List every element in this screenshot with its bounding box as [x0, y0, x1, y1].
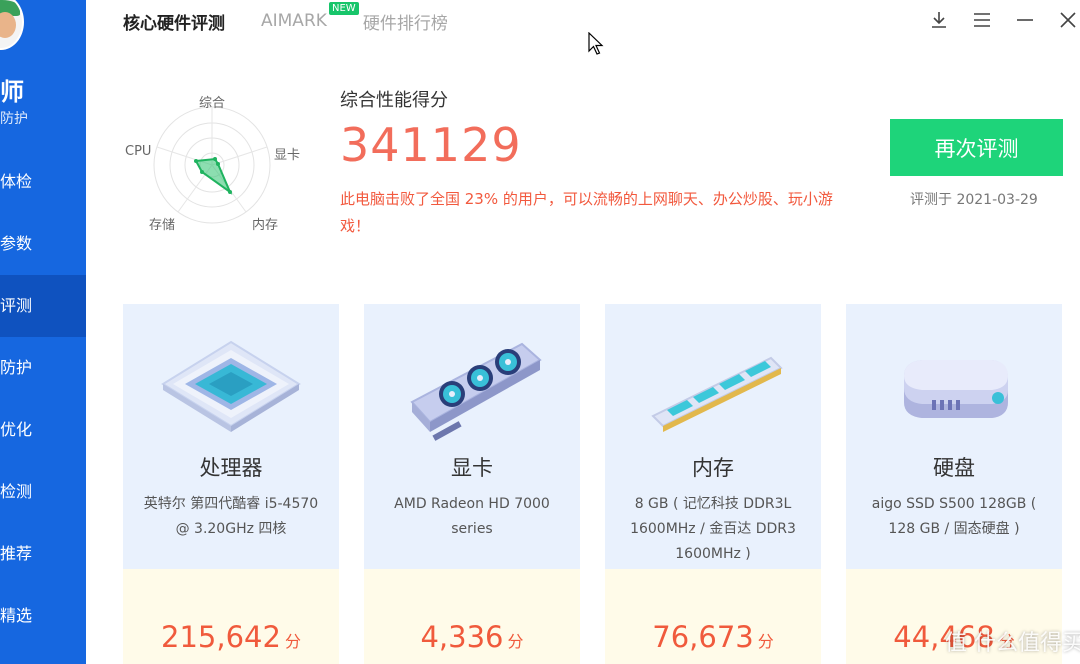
card-desc-gpu: AMD Radeon HD 7000 series [394, 496, 550, 537]
card-score-value-gpu: 4,336 [420, 620, 504, 654]
radar-label-overall: 综合 [199, 96, 226, 111]
sidebar-item-featured[interactable]: 精选 [0, 585, 86, 647]
sidebar-item-params[interactable]: 参数 [0, 213, 86, 275]
sidebar-item-protection[interactable]: 防护 [0, 337, 86, 399]
tab-core-benchmark[interactable]: 核心硬件评测 [123, 9, 225, 34]
card-score-value-cpu: 215,642 [161, 620, 281, 654]
card-desc-cpu: 英特尔 第四代酷睿 i5-4570 @ 3.20GHz 四核 [143, 496, 319, 537]
card-score-value-memory: 76,673 [652, 620, 754, 654]
watermark: 值 什么值得买 [945, 631, 1080, 656]
cpu-chip-icon [161, 340, 301, 432]
download-icon[interactable] [927, 8, 951, 32]
retest-button[interactable]: 再次评测 [890, 119, 1063, 176]
card-title-gpu: 显卡 [451, 456, 493, 480]
card-title-cpu: 处理器 [199, 456, 263, 480]
card-score-gpu: 4,336 分 [364, 620, 580, 654]
sidebar-nav: 体检 参数 评测 防护 优化 检测 推荐 精选 [0, 151, 86, 647]
score-unit: 分 [757, 632, 774, 651]
score-description: 此电脑击败了全国 23% 的用户，可以流畅的上网聊天、办公炒股、玩小游戏！ [340, 190, 833, 235]
brand-name: 师 [0, 78, 25, 106]
memory-stick-icon [651, 356, 783, 432]
radar-label-storage: 存储 [149, 218, 176, 233]
card-desc-memory: 8 GB ( 记忆科技 DDR3L 1600MHz / 金百达 DDR3 160… [630, 496, 796, 562]
app-window: 师 防护 体检 参数 评测 防护 优化 检测 推荐 精选 核心硬件评测 AIMA… [0, 0, 1080, 664]
overall-score: 341129 [340, 118, 522, 172]
sidebar-item-optimize[interactable]: 优化 [0, 399, 86, 461]
tab-aimark-label: AIMARK [261, 11, 327, 31]
card-desc-disk: aigo SSD S500 128GB ( 128 GB / 固态硬盘 ) [871, 496, 1037, 537]
card-score-memory: 76,673 分 [605, 620, 821, 654]
hard-drive-icon [904, 360, 1008, 418]
tab-aimark[interactable]: AIMARK NEW [261, 2, 359, 31]
score-unit: 分 [507, 632, 524, 651]
radar-label-memory: 内存 [252, 218, 279, 233]
radar-label-cpu: CPU [125, 144, 152, 159]
radar-polygon [194, 157, 233, 195]
sidebar-item-recommend[interactable]: 推荐 [0, 523, 86, 585]
close-icon[interactable] [1056, 8, 1080, 32]
brand-subtitle: 防护 [0, 111, 28, 127]
sidebar-item-benchmark[interactable]: 评测 [0, 275, 86, 337]
hardware-card-disk[interactable]: 硬盘 aigo SSD S500 128GB ( 128 GB / 固态硬盘 )… [846, 304, 1062, 664]
new-badge: NEW [329, 2, 359, 15]
performance-radar-chart: 综合 显卡 内存 存储 CPU [118, 88, 318, 238]
graphics-card-icon [410, 342, 542, 441]
mouse-cursor-icon [588, 32, 604, 55]
card-score-cpu: 215,642 分 [123, 620, 339, 654]
hardware-card-gpu[interactable]: 显卡 AMD Radeon HD 7000 series 4,336 分 [364, 304, 580, 664]
score-title: 综合性能得分 [340, 90, 448, 111]
tab-hardware-ranking[interactable]: 硬件排行榜 [363, 9, 448, 34]
radar-label-gpu: 显卡 [274, 148, 301, 163]
card-title-memory: 内存 [692, 456, 734, 480]
hardware-card-memory[interactable]: 内存 8 GB ( 记忆科技 DDR3L 1600MHz / 金百达 DDR3 … [605, 304, 821, 664]
minimize-icon[interactable] [1013, 8, 1037, 32]
sidebar-item-checkup[interactable]: 体检 [0, 151, 86, 213]
test-date: 评测于 2021-03-29 [910, 192, 1038, 208]
hardware-card-cpu[interactable]: 处理器 英特尔 第四代酷睿 i5-4570 @ 3.20GHz 四核 215,6… [123, 304, 339, 664]
card-title-disk: 硬盘 [933, 456, 975, 480]
top-tabs: 核心硬件评测 AIMARK NEW 硬件排行榜 [123, 2, 484, 34]
sidebar: 师 防护 体检 参数 评测 防护 优化 检测 推荐 精选 [0, 0, 86, 664]
menu-icon[interactable] [970, 8, 994, 32]
sidebar-item-detect[interactable]: 检测 [0, 461, 86, 523]
avatar[interactable] [0, 0, 24, 50]
score-unit: 分 [284, 632, 301, 651]
